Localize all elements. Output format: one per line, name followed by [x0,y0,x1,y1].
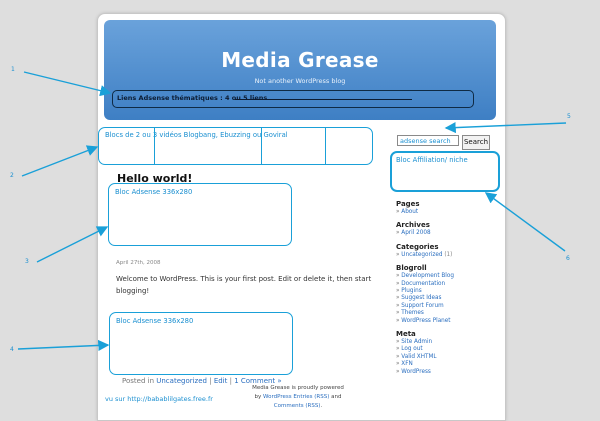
callout-number-4: 4 [10,346,14,353]
callout-arrow-3 [36,226,109,263]
callout-number-3: 3 [25,258,29,265]
callout-number-2: 2 [10,172,14,179]
callout-number-5: 5 [567,113,571,120]
callout-number-6: 6 [566,255,570,262]
callout-arrow-1 [23,71,112,97]
callout-arrow-4 [17,339,110,352]
callout-number-1: 1 [11,66,15,73]
annotation-arrows [17,71,567,352]
callout-arrow-2 [21,145,99,177]
callout-arrow-6 [484,192,566,252]
callout-arrow-5 [444,121,567,134]
